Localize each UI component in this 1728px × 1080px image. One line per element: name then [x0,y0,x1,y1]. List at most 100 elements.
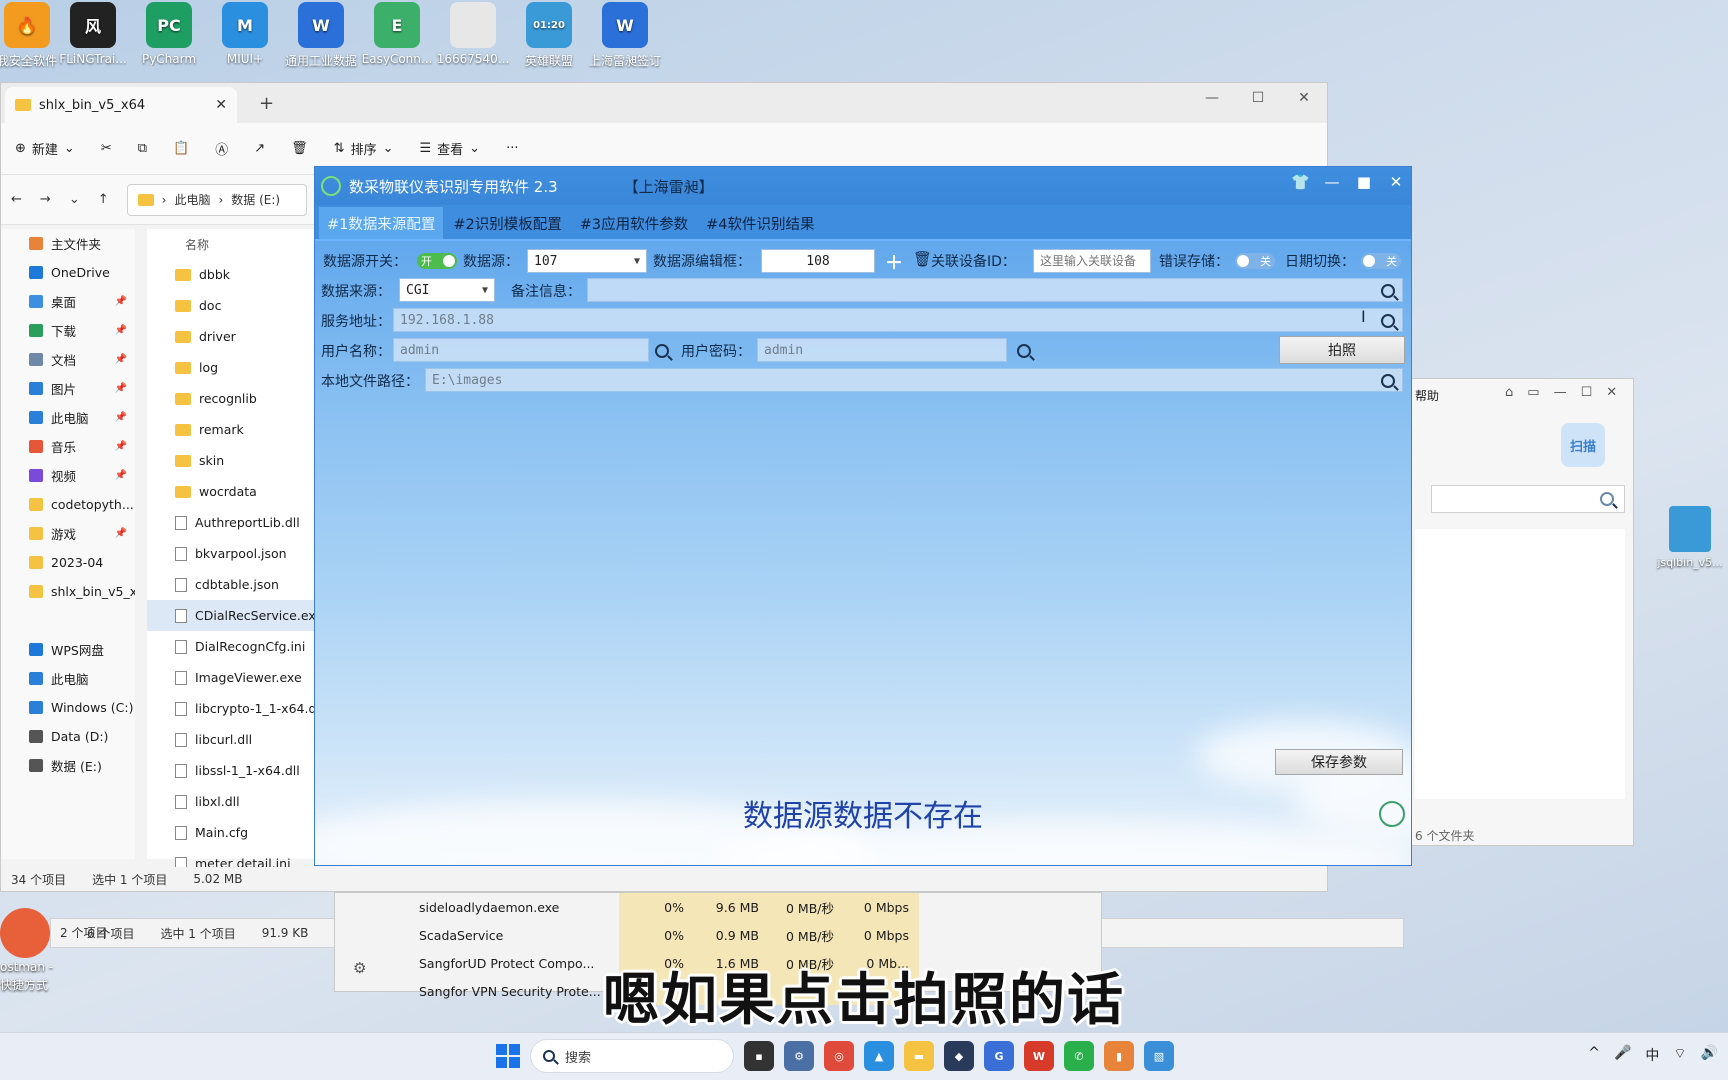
breadcrumb-item[interactable]: 数据 (E:) [231,191,280,208]
file-item[interactable]: remark [147,414,317,445]
desktop-icon[interactable]: W 通用工业数据 [280,2,362,69]
file-item[interactable]: Main.cfg [147,817,317,848]
nav-item[interactable]: 下载 📌 [1,316,135,345]
nav-item[interactable]: 音乐 📌 [1,432,135,461]
search-icon[interactable] [1381,374,1395,388]
file-item[interactable]: AuthreportLib.dll [147,507,317,538]
skin-icon[interactable]: 👕 [1291,173,1310,191]
file-item[interactable]: libssl-1_1-x64.dll [147,755,317,786]
column-header-name[interactable]: 名称 [147,229,317,259]
maximize-icon[interactable]: ☐ [1235,83,1281,113]
cut-icon[interactable]: ✂ [101,141,112,156]
up-icon[interactable]: ↑ [98,192,109,207]
explorer-tab[interactable]: shlx_bin_v5_x64 ✕ [5,87,237,123]
app-tab[interactable]: #1数据来源配置 [319,207,444,239]
file-item[interactable]: recognlib [147,383,317,414]
share-icon[interactable]: ↗ [254,141,265,156]
file-item[interactable]: dbbk [147,259,317,290]
tray-icon[interactable]: 🔊 [1701,1045,1718,1065]
minimize-icon[interactable]: — [1554,385,1567,400]
close-icon[interactable]: ✕ [1387,173,1405,191]
close-tab-icon[interactable]: ✕ [215,97,227,113]
new-button[interactable]: ⊕ 新建 ⌄ [15,139,75,158]
taskbar-search-box[interactable]: 搜索 [530,1039,734,1073]
app-tab[interactable]: #2识别模板配置 [445,207,569,239]
taskbar-app-icon[interactable]: ✆ [1064,1041,1094,1071]
minimize-icon[interactable]: — [1323,173,1341,191]
taskbar-app-icon[interactable]: ⚙ [784,1041,814,1071]
maximize-icon[interactable]: ■ [1355,173,1373,191]
nav-item[interactable]: 此电脑 [1,664,135,693]
taskbar-app-icon[interactable]: G [984,1041,1014,1071]
nav-item[interactable]: WPS网盘 [1,635,135,664]
taskbar-app-icon[interactable]: W [1024,1041,1054,1071]
close-icon[interactable]: ✕ [1281,83,1327,113]
close-icon[interactable]: ✕ [1606,385,1617,400]
desktop-icon[interactable]: W 上海雷昶签订 [584,2,666,69]
source-select[interactable]: 107 ▼ [527,249,647,273]
delete-icon[interactable]: 🗑 [913,250,932,268]
username-input[interactable]: admin [393,338,649,362]
file-item[interactable]: log [147,352,317,383]
search-icon[interactable] [1381,284,1395,298]
taskbar-app-icon[interactable]: ◎ [824,1041,854,1071]
nav-item[interactable]: 文档 📌 [1,345,135,374]
taskbar-app-icon[interactable]: ▧ [1144,1041,1174,1071]
file-item[interactable]: wocrdata [147,476,317,507]
more-button[interactable]: ··· [506,141,518,156]
nav-item[interactable]: 桌面 📌 [1,287,135,316]
minimize-icon[interactable]: — [1189,83,1235,113]
error-store-toggle[interactable]: 关 [1235,253,1275,269]
taskbar-app-icon[interactable]: ▮ [1104,1041,1134,1071]
nav-item[interactable]: 此电脑 📌 [1,403,135,432]
file-item[interactable]: libcrypto-1_1-x64.dll [147,693,317,724]
file-item[interactable]: cdbtable.json [147,569,317,600]
remark-input[interactable] [587,278,1403,302]
search-input[interactable] [1431,485,1625,513]
desktop-icon-archive[interactable]: jsqlbin_v5... [1652,506,1728,569]
service-address-input[interactable]: 192.168.1.88 [393,308,1403,332]
back-icon[interactable]: ← [11,192,22,207]
copy-icon[interactable]: ⧉ [138,141,147,156]
nav-item[interactable]: 数据 (E:) [1,751,135,780]
data-origin-select[interactable]: CGI ▼ [399,278,495,302]
app-tab[interactable]: #4软件识别结果 [698,207,822,239]
tray-icon[interactable]: 🎤 [1614,1045,1631,1065]
file-item[interactable]: bkvarpool.json [147,538,317,569]
file-item[interactable]: DialRecognCfg.ini [147,631,317,662]
take-photo-button[interactable]: 拍照 [1279,336,1405,364]
desktop-icon[interactable]: 风 FLiNGTrai... [52,2,134,66]
file-item[interactable]: CDialRecService.exe [147,600,317,631]
tray-icon[interactable]: ^ [1588,1045,1600,1065]
device-id-input[interactable] [1033,249,1151,273]
search-icon[interactable] [1381,314,1395,328]
file-item[interactable]: libcurl.dll [147,724,317,755]
desktop-icon[interactable]: 16667540... [432,2,514,66]
taskbar-app-icon[interactable]: ◆ [944,1041,974,1071]
source-edit-field[interactable]: 108 [761,249,875,273]
date-switch-toggle[interactable]: 关 [1361,253,1401,269]
taskbar-app-icon[interactable]: ▬ [904,1041,934,1071]
process-row[interactable]: sideloadlydaemon.exe 0% 9.6 MB 0 MB/秒 0 Mbps [419,893,1059,921]
search-icon[interactable] [655,344,669,358]
nav-item[interactable]: Data (D:) [1,722,135,751]
address-bar[interactable]: › 此电脑 › 数据 (E:) [126,183,307,216]
nav-item[interactable]: shlx_bin_v5_x64 [1,577,135,606]
paste-icon[interactable]: 📋 [173,141,189,156]
tray-icon[interactable]: 中 [1645,1045,1659,1065]
maximize-icon[interactable]: ☐ [1581,385,1593,400]
local-path-input[interactable]: E:\images [425,368,1403,392]
file-item[interactable]: ImageViewer.exe [147,662,317,693]
recent-icon[interactable]: ⌄ [69,192,80,207]
taskbar-app-icon[interactable]: ▪ [744,1041,774,1071]
chat-icon[interactable]: ▭ [1527,385,1539,400]
file-item[interactable]: libxl.dll [147,786,317,817]
tray-icon[interactable]: ⌔ [1673,1045,1686,1065]
view-button[interactable]: ☰ 查看 ⌄ [419,139,480,158]
nav-item[interactable]: 视频 📌 [1,461,135,490]
password-input[interactable]: admin [757,338,1007,362]
search-icon[interactable] [1017,344,1031,358]
nav-item[interactable]: 游戏 📌 [1,519,135,548]
nav-item[interactable]: 主文件夹 [1,229,135,258]
rename-icon[interactable]: Ⓐ [215,139,228,158]
